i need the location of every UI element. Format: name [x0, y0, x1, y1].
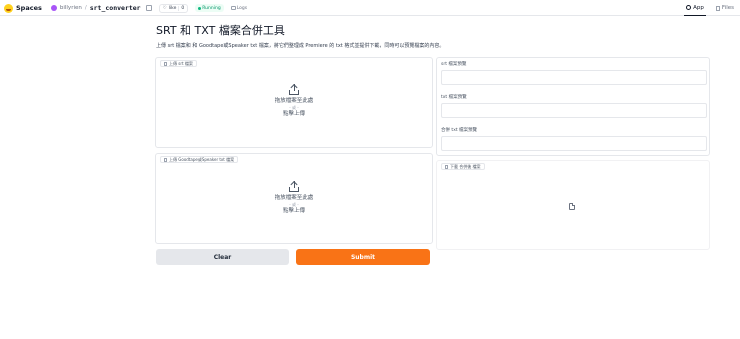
drop-file-text: 拖放檔案至此處	[274, 195, 314, 201]
srt-upload-label: 上傳 srt 檔案	[169, 60, 193, 66]
files-icon	[715, 5, 720, 11]
txt-upload-label-badge: 上傳 Goodtape或Speaker txt 檔案	[160, 156, 239, 163]
file-icon	[445, 164, 448, 169]
tab-app-label: App	[693, 4, 704, 11]
clear-button[interactable]: Clear	[156, 249, 289, 265]
upload-icon	[288, 83, 300, 95]
status-badge[interactable]: Running	[195, 4, 224, 12]
tab-files-label: Files	[721, 5, 734, 11]
like-count: 0	[178, 5, 184, 11]
merged-preview-label: 合併 txt 檔案預覽	[441, 128, 478, 133]
file-placeholder-icon	[569, 203, 575, 210]
app-icon	[686, 5, 692, 10]
text-previews-panel: srt 檔案預覽 txt 檔案預覽 合併 txt 檔案預覽	[436, 57, 710, 156]
path-separator: /	[84, 5, 87, 11]
logs-button[interactable]: Logs	[230, 5, 248, 11]
click-upload-text: 點擊上傳	[282, 208, 305, 214]
status-dot-icon	[198, 6, 202, 10]
like-button[interactable]: ♡ like 0	[158, 3, 189, 13]
srt-upload-dropzone[interactable]: 上傳 srt 檔案 拖放檔案至此處 - 或 - 點擊上傳	[155, 57, 433, 148]
huggingface-logo-icon[interactable]	[4, 3, 13, 13]
top-bar: Spaces billyrien / srt_converter ♡ like …	[0, 0, 740, 16]
space-tabs: App Files	[684, 0, 736, 16]
page-title: SRT 和 TXT 檔案合併工具	[156, 24, 285, 37]
download-file-panel: 下載 合併後 檔案	[436, 160, 710, 250]
txt-upload-dropzone[interactable]: 上傳 Goodtape或Speaker txt 檔案 拖放檔案至此處 - 或 -…	[155, 153, 433, 244]
txt-preview-textbox[interactable]	[441, 103, 707, 118]
srt-preview-textbox[interactable]	[441, 70, 707, 85]
file-icon	[164, 61, 167, 66]
owner-link[interactable]: billyrien	[60, 5, 82, 11]
status-label: Running	[202, 5, 221, 11]
page-description: 上傳 srt 檔案和 和 Goodtape或Speaker txt 檔案，將它們…	[156, 43, 445, 49]
repo-name[interactable]: srt_converter	[90, 4, 141, 12]
spaces-link[interactable]: Spaces	[16, 4, 42, 12]
like-label: like	[168, 5, 177, 11]
txt-upload-label: 上傳 Goodtape或Speaker txt 檔案	[169, 156, 235, 162]
txt-upload-prompt[interactable]: 拖放檔案至此處 - 或 - 點擊上傳	[156, 180, 432, 215]
click-upload-text: 點擊上傳	[282, 111, 305, 117]
logs-label: Logs	[236, 5, 248, 11]
srt-upload-prompt[interactable]: 拖放檔案至此處 - 或 - 點擊上傳	[156, 83, 432, 118]
srt-upload-label-badge: 上傳 srt 檔案	[160, 60, 197, 67]
upload-icon	[288, 180, 300, 192]
download-label: 下載 合併後 檔案	[450, 163, 481, 169]
download-label-badge: 下載 合併後 檔案	[441, 163, 485, 170]
submit-button[interactable]: Submit	[296, 249, 430, 265]
logs-icon	[230, 6, 236, 10]
merged-preview-textbox[interactable]	[441, 136, 707, 151]
drop-file-text: 拖放檔案至此處	[274, 98, 314, 104]
txt-preview-label: txt 檔案預覽	[441, 95, 467, 100]
copy-icon[interactable]	[145, 5, 152, 11]
file-icon	[164, 157, 167, 162]
srt-preview-label: srt 檔案預覽	[441, 62, 467, 67]
owner-avatar[interactable]	[50, 5, 57, 11]
space-header: Spaces billyrien / srt_converter ♡ like …	[4, 2, 247, 14]
tab-files[interactable]: Files	[714, 0, 736, 16]
tab-app[interactable]: App	[684, 0, 706, 16]
heart-icon: ♡	[162, 5, 167, 11]
